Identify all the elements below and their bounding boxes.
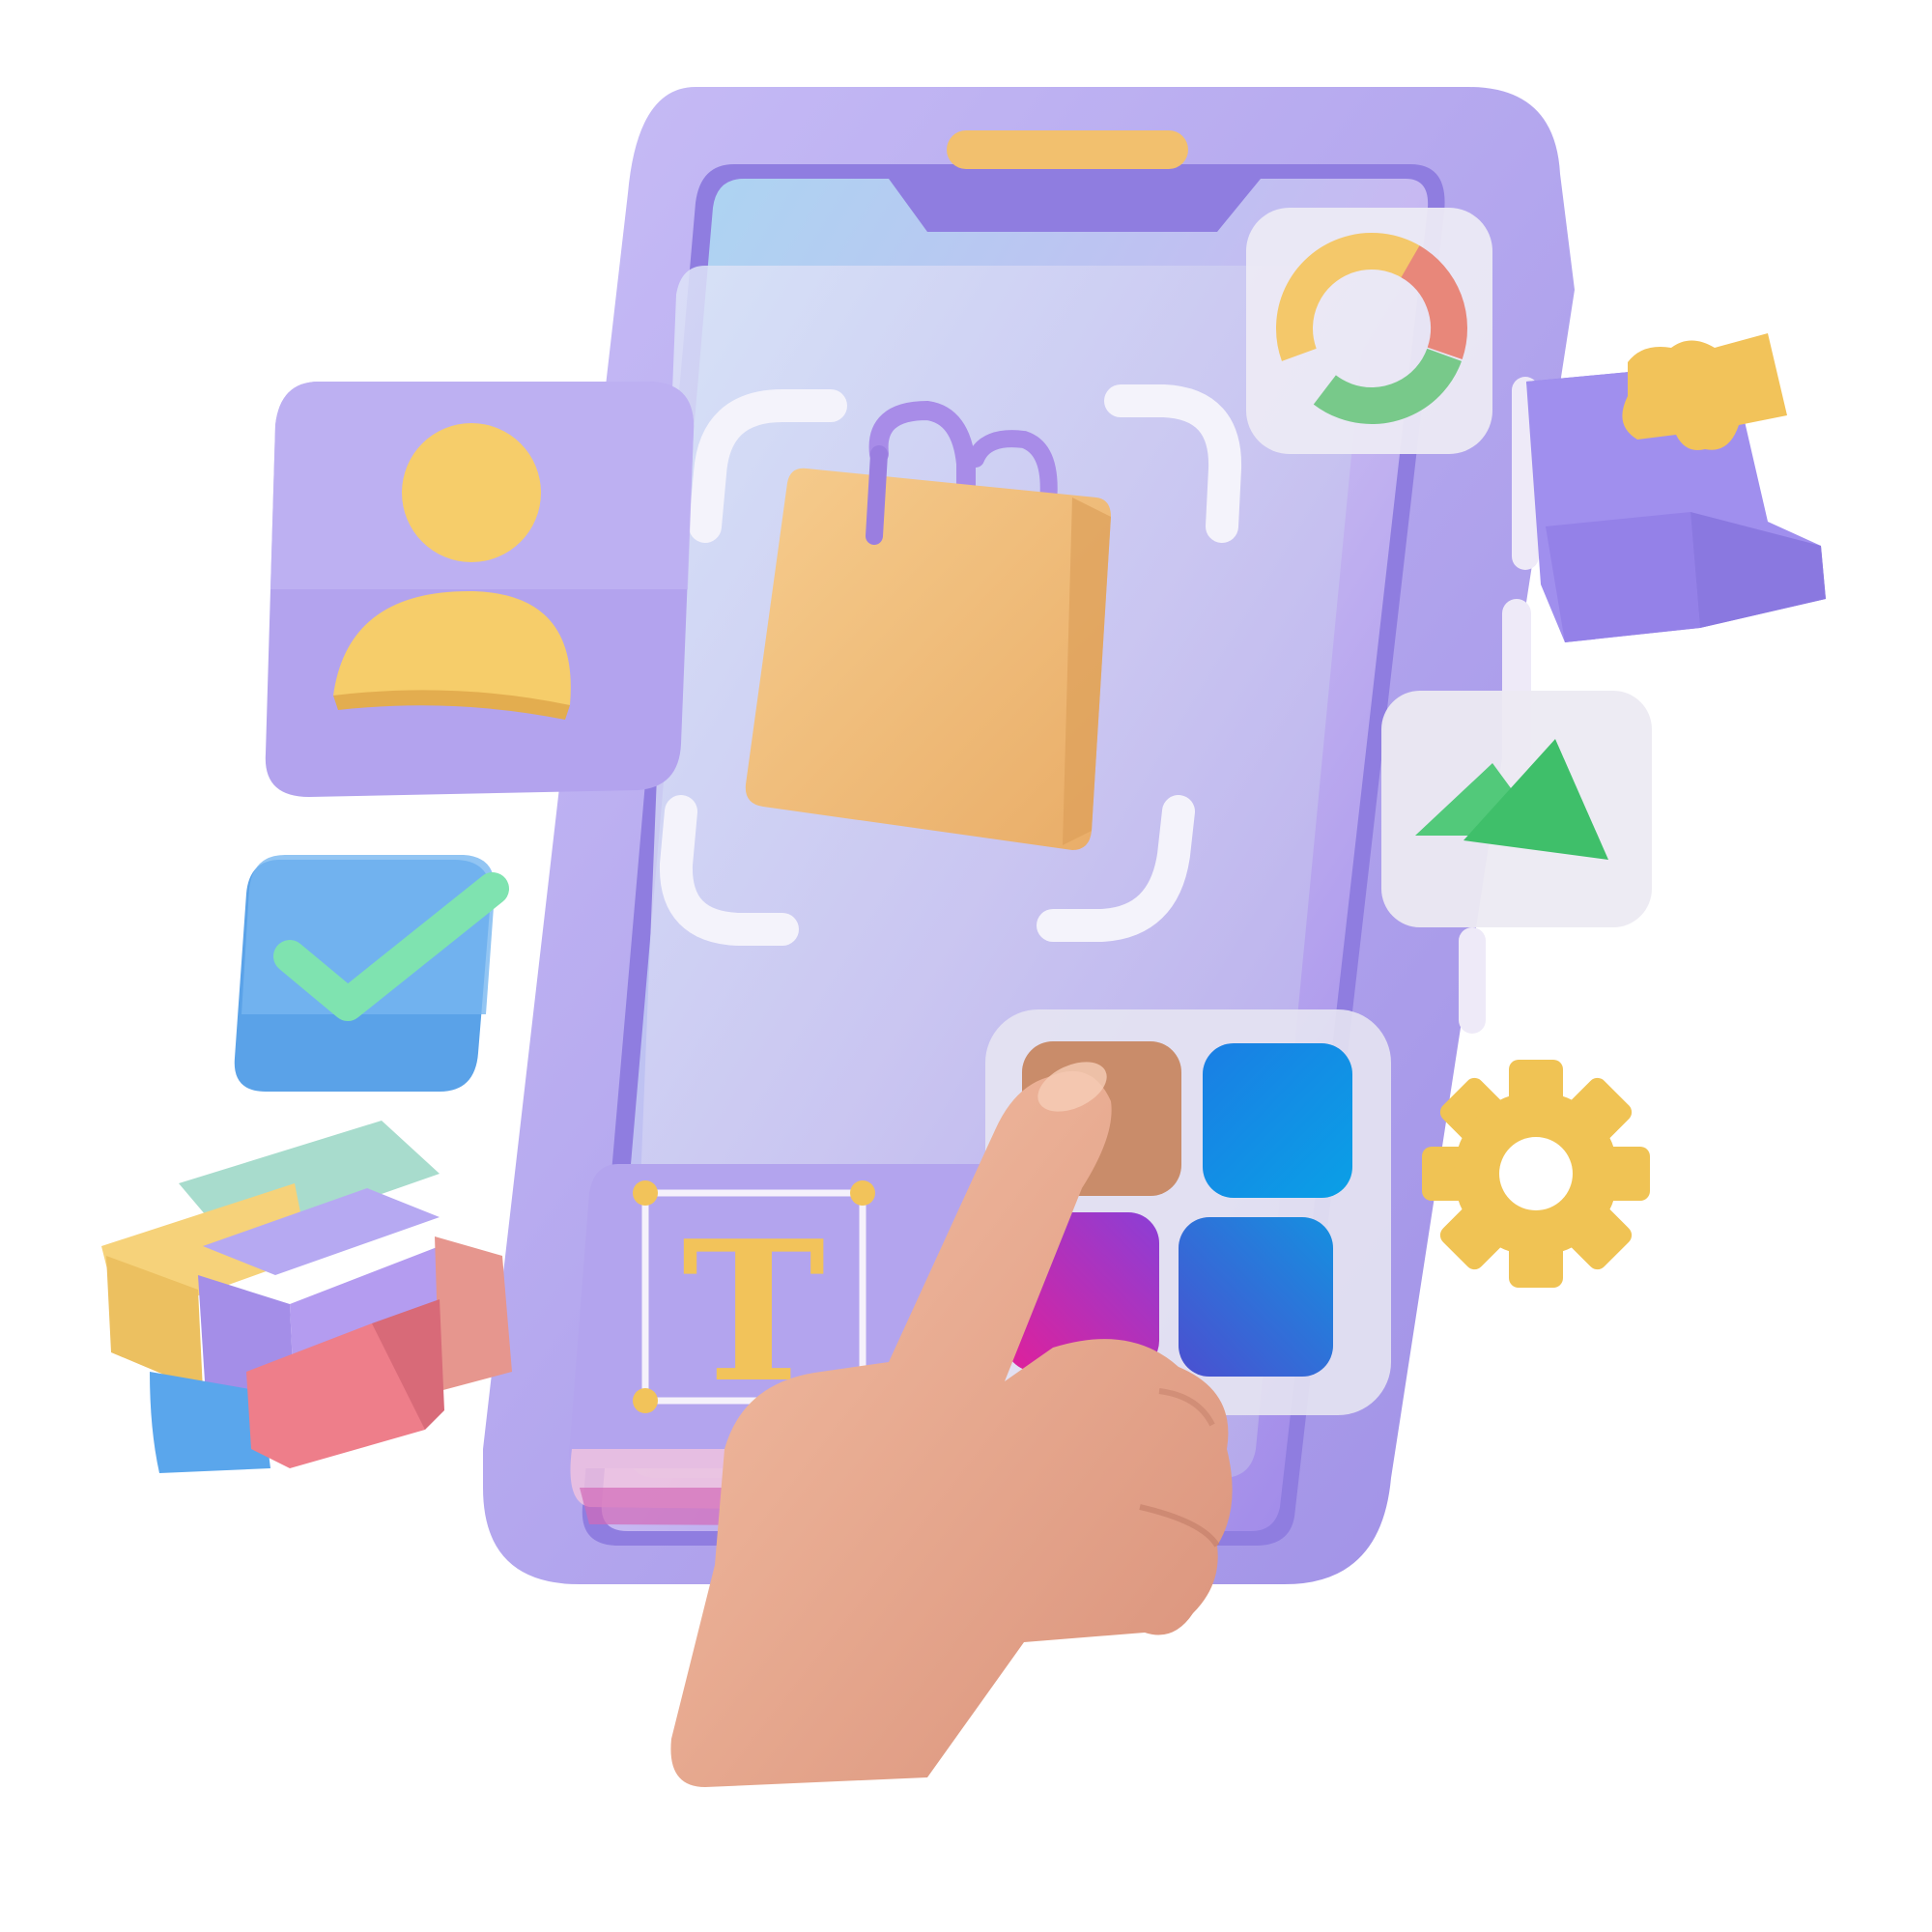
phone-speaker: [947, 130, 1188, 169]
gear-icon: [1422, 1060, 1650, 1288]
donut-chart-icon: [1246, 208, 1492, 454]
puzzle-icon: [1526, 333, 1826, 642]
image-icon: [1381, 691, 1652, 927]
app-tile-blue[interactable]: [1203, 1043, 1352, 1198]
app-tile-indigo[interactable]: [1179, 1217, 1333, 1377]
user-icon: [265, 382, 695, 797]
checkmark-icon: [234, 855, 509, 1092]
cube-blocks-icon: [101, 1121, 512, 1473]
app-illustration: T: [0, 0, 1932, 1932]
